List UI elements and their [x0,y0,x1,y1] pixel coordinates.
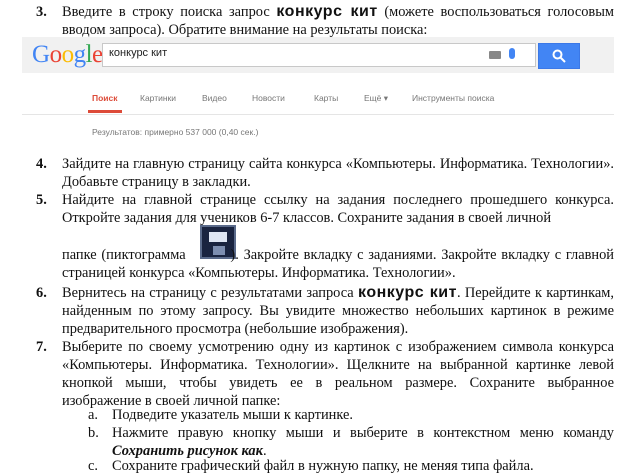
sub-item-letter: b. [88,425,99,441]
tab-images[interactable]: Картинки [140,93,176,103]
item-text: Выберите по своему усмотрению одну из ка… [62,339,614,409]
tab-maps[interactable]: Карты [314,93,338,103]
item-text: папке (пиктограмма ). Закройте вкладку с… [62,247,615,281]
item-text: Зайдите на главную страницу сайта конкур… [62,156,614,190]
search-query: конкурс кит [276,3,378,20]
google-logo: Google [32,41,103,68]
divider [22,114,614,115]
tab-more[interactable]: Ещё ▾ [364,93,388,104]
sub-item-text: Сохраните графический файл в нужную папк… [112,458,534,474]
keyboard-icon[interactable] [489,51,501,59]
search-query: конкурс кит [358,284,457,301]
active-tab-indicator [88,110,122,113]
item-text: Найдите на главной странице ссылку на за… [62,192,614,226]
search-icon [552,49,566,63]
results-count: Результатов: примерно 537 000 (0,40 сек.… [92,127,259,137]
item-number: 7. [36,339,47,355]
microphone-icon[interactable] [509,48,515,59]
item-text: Вернитесь на страницу с результатами зап… [62,284,614,337]
item-number: 5. [36,192,47,208]
google-header: Google конкурс кит [22,37,614,73]
sub-item-letter: c. [88,458,98,474]
search-button[interactable] [538,43,580,69]
tab-search-tools[interactable]: Инструменты поиска [412,93,494,103]
tab-search[interactable]: Поиск [92,93,118,103]
sub-item-letter: a. [88,407,98,423]
item-number: 3. [36,4,47,20]
sub-item-text: Нажмите правую кнопку мыши и выберите в … [112,425,614,459]
sub-item-text: Подведите указатель мыши к картинке. [112,407,353,423]
tab-video[interactable]: Видео [202,93,227,103]
item-number: 4. [36,156,47,172]
tab-news[interactable]: Новости [252,93,285,103]
search-input[interactable]: конкурс кит [102,43,536,67]
google-search-screenshot: Google конкурс кит Поиск Картинки Видео … [22,37,614,149]
item-text: Введите в строку поиска запрос конкурс к… [62,3,614,38]
item-number: 6. [36,285,47,301]
search-input-value: конкурс кит [109,47,168,59]
